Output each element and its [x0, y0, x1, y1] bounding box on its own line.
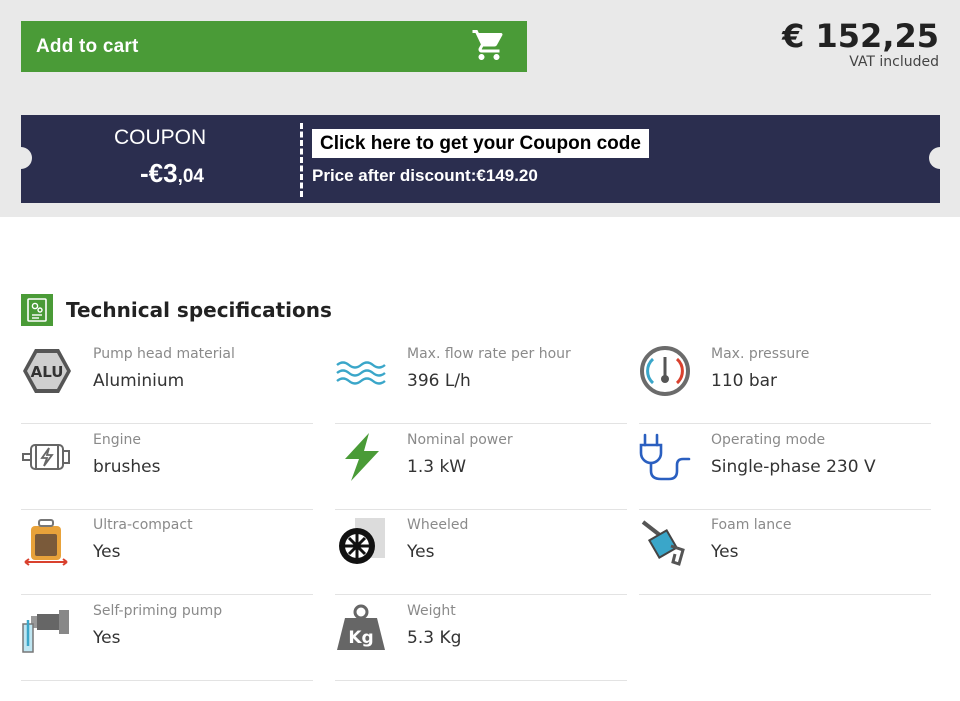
self-priming-pump-icon — [21, 602, 73, 654]
spec-value: 5.3 Kg — [407, 628, 462, 648]
spec-value: brushes — [93, 457, 161, 477]
spec-item-pump-head-material: ALU Pump head material Aluminium — [21, 338, 313, 424]
spec-value: Yes — [711, 542, 739, 562]
spec-item-weight: Kg Weight 5.3 Kg — [335, 595, 627, 681]
spec-item-max-pressure: Max. pressure 110 bar — [639, 338, 931, 424]
spec-item-ultra-compact: Ultra-compact Yes — [21, 509, 313, 595]
coupon-discount-cents: ,04 — [177, 166, 204, 187]
weight-kg-icon: Kg — [335, 602, 387, 654]
water-waves-icon — [335, 345, 387, 397]
spec-value: Aluminium — [93, 371, 185, 391]
price-block: € 152,25 VAT included — [782, 16, 939, 70]
coupon-discount: -€3,04 — [140, 158, 204, 189]
coupon-title: COUPON — [114, 126, 207, 149]
spec-value: Single-phase 230 V — [711, 457, 876, 477]
spec-label: Ultra-compact — [93, 517, 193, 533]
spec-item-foam-lance: Foam lance Yes — [639, 509, 931, 595]
spec-item-max-flow-rate: Max. flow rate per hour 396 L/h — [335, 338, 627, 424]
lightning-icon — [335, 431, 387, 483]
spec-value: 1.3 kW — [407, 457, 467, 477]
compact-unit-icon — [21, 516, 73, 568]
spec-label: Nominal power — [407, 432, 513, 448]
pressure-gauge-icon — [639, 345, 691, 397]
add-to-cart-label: Add to cart — [36, 35, 139, 57]
spec-value: Yes — [407, 542, 435, 562]
spec-item-self-priming-pump: Self-priming pump Yes — [21, 595, 313, 681]
power-plug-icon — [639, 431, 691, 483]
svg-text:Kg: Kg — [348, 628, 373, 648]
get-coupon-code-button[interactable]: Click here to get your Coupon code — [312, 129, 649, 158]
spec-label: Wheeled — [407, 517, 469, 533]
spec-value: 396 L/h — [407, 371, 471, 391]
spec-value: 110 bar — [711, 371, 778, 391]
svg-text:ALU: ALU — [31, 363, 64, 381]
alu-hexagon-icon: ALU — [21, 345, 73, 397]
price-after-discount: Price after discount:€149.20 — [312, 166, 538, 185]
spec-sheet-icon — [21, 294, 53, 326]
spec-label: Engine — [93, 432, 141, 448]
coupon-notch-right — [929, 147, 940, 169]
coupon-banner: COUPON -€3,04 Click here to get your Cou… — [21, 115, 940, 203]
motor-icon — [21, 431, 73, 483]
shopping-cart-icon — [471, 27, 507, 67]
spec-label: Foam lance — [711, 517, 792, 533]
spec-item-nominal-power: Nominal power 1.3 kW — [335, 424, 627, 510]
price-amount: € 152,25 — [782, 17, 939, 55]
wheel-icon — [335, 516, 387, 568]
coupon-divider — [300, 123, 303, 197]
specs-title: Technical specifications — [66, 298, 332, 322]
spec-label: Max. pressure — [711, 346, 810, 362]
spec-label: Pump head material — [93, 346, 235, 362]
coupon-notch-left — [21, 147, 32, 169]
spec-label: Max. flow rate per hour — [407, 346, 571, 362]
spec-item-engine: Engine brushes — [21, 424, 313, 510]
foam-lance-icon — [639, 516, 691, 568]
specs-header: Technical specifications — [21, 294, 332, 326]
coupon-discount-main: -€3 — [140, 158, 178, 188]
add-to-cart-button[interactable]: Add to cart — [21, 21, 527, 72]
spec-value: Yes — [93, 628, 121, 648]
spec-label: Weight — [407, 603, 456, 619]
spec-item-wheeled: Wheeled Yes — [335, 509, 627, 595]
spec-label: Operating mode — [711, 432, 826, 448]
spec-value: Yes — [93, 542, 121, 562]
spec-label: Self-priming pump — [93, 603, 223, 619]
spec-item-operating-mode: Operating mode Single-phase 230 V — [639, 424, 931, 510]
vat-note: VAT included — [849, 54, 939, 70]
